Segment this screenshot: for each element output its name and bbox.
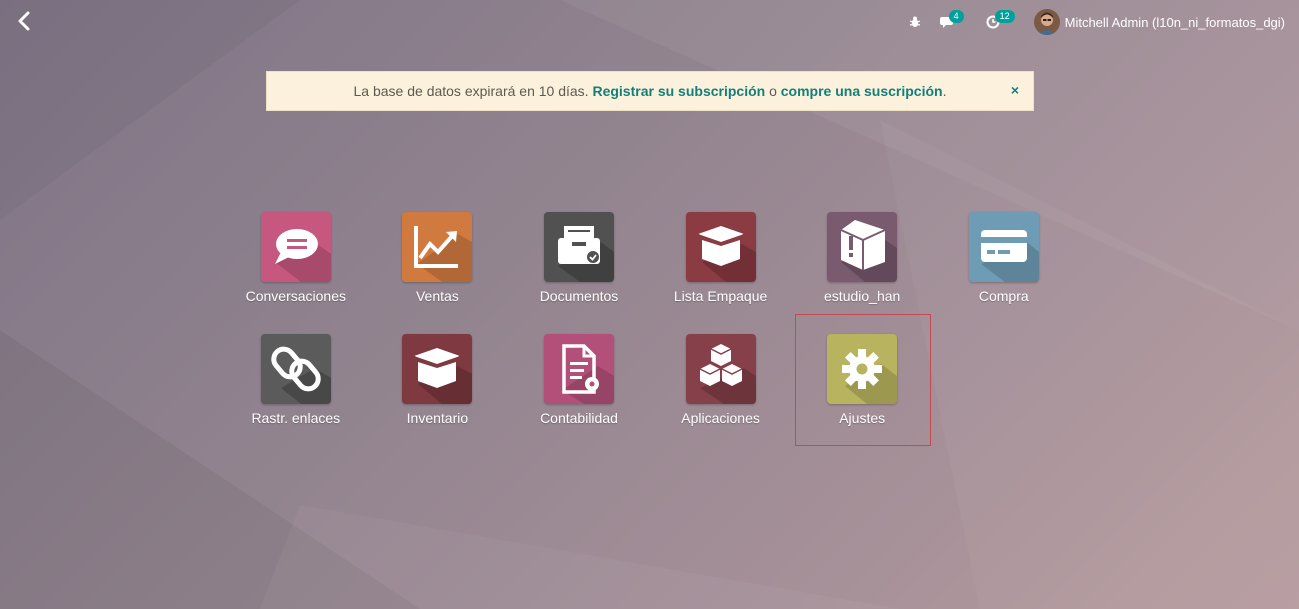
debug-button[interactable]	[908, 15, 922, 29]
expiration-banner: La base de datos expirará en 10 días. Re…	[266, 71, 1034, 111]
app-tile	[543, 334, 614, 404]
app-rastr-enlaces[interactable]: Rastr. enlaces	[225, 334, 367, 456]
link-icon	[271, 346, 331, 404]
inbox-tray-icon	[557, 226, 614, 282]
app-label: estudio_han	[824, 288, 901, 304]
user-name: Mitchell Admin (l10n_ni_formatos_dgi)	[1064, 14, 1285, 30]
back-button[interactable]	[14, 10, 36, 32]
gear-icon	[842, 349, 898, 404]
app-label: Inventario	[406, 410, 469, 426]
app-tile	[260, 334, 331, 404]
systray: 4 12 Mitchell Admin (l10n_ni_formatos_dg…	[894, 8, 1285, 36]
app-tile	[827, 334, 898, 404]
app-label: Lista Empaque	[673, 288, 768, 304]
app-contabilidad[interactable]: Contabilidad	[508, 334, 650, 456]
open-box-icon	[413, 348, 473, 404]
app-ajustes[interactable]: Ajustes	[791, 334, 933, 456]
app-label: Conversaciones	[245, 288, 346, 304]
app-label: Documentos	[539, 288, 619, 304]
credit-card-icon	[980, 230, 1039, 282]
cubes-icon	[699, 344, 756, 404]
banner-or: o	[769, 83, 777, 99]
warning-box-icon	[840, 220, 898, 282]
activities-badge: 12	[994, 10, 1015, 23]
messages-badge: 4	[948, 10, 964, 23]
app-tile	[827, 212, 898, 282]
trend-chart-icon	[414, 226, 473, 282]
app-conversaciones[interactable]: Conversaciones	[225, 212, 367, 334]
messages-button[interactable]: 4	[939, 10, 964, 29]
document-gear-icon	[561, 344, 614, 404]
banner-text: La base de datos expirará en 10 días.	[353, 83, 589, 99]
app-aplicaciones[interactable]: Aplicaciones	[650, 334, 792, 456]
app-compra[interactable]: Compra	[933, 212, 1075, 334]
register-subscription-link[interactable]: Registrar su subscripción	[592, 83, 765, 99]
app-label: Ajustes	[839, 410, 886, 426]
bug-icon	[909, 16, 920, 27]
app-tile	[968, 212, 1039, 282]
banner-period: .	[942, 83, 947, 99]
app-tile	[685, 334, 756, 404]
user-menu[interactable]: Mitchell Admin (l10n_ni_formatos_dgi)	[1033, 9, 1285, 35]
buy-subscription-link[interactable]: compre una suscripción	[781, 83, 943, 99]
avatar	[1033, 9, 1060, 35]
app-label: Compra	[978, 288, 1029, 304]
app-documentos[interactable]: Documentos	[508, 212, 650, 334]
app-label: Aplicaciones	[681, 410, 760, 426]
app-ventas[interactable]: Ventas	[367, 212, 509, 334]
app-tile	[543, 212, 614, 282]
app-tile	[402, 334, 473, 404]
app-estudio-han[interactable]: estudio_han	[791, 212, 933, 334]
close-icon[interactable]: ×	[1011, 82, 1019, 98]
activities-button[interactable]: 12	[986, 10, 1015, 29]
app-lista-empaque[interactable]: Lista Empaque	[650, 212, 792, 334]
app-grid: Conversaciones Ventas Documentos Lista E…	[225, 212, 1075, 456]
open-box-icon	[696, 226, 756, 282]
app-tile	[402, 212, 473, 282]
app-label: Contabilidad	[540, 410, 618, 426]
chat-bubble-icon	[274, 229, 331, 282]
app-label: Ventas	[415, 288, 459, 304]
app-tile	[685, 212, 756, 282]
app-label: Rastr. enlaces	[251, 410, 341, 426]
app-tile	[260, 212, 331, 282]
chevron-left-icon	[18, 11, 30, 31]
app-inventario[interactable]: Inventario	[367, 334, 509, 456]
